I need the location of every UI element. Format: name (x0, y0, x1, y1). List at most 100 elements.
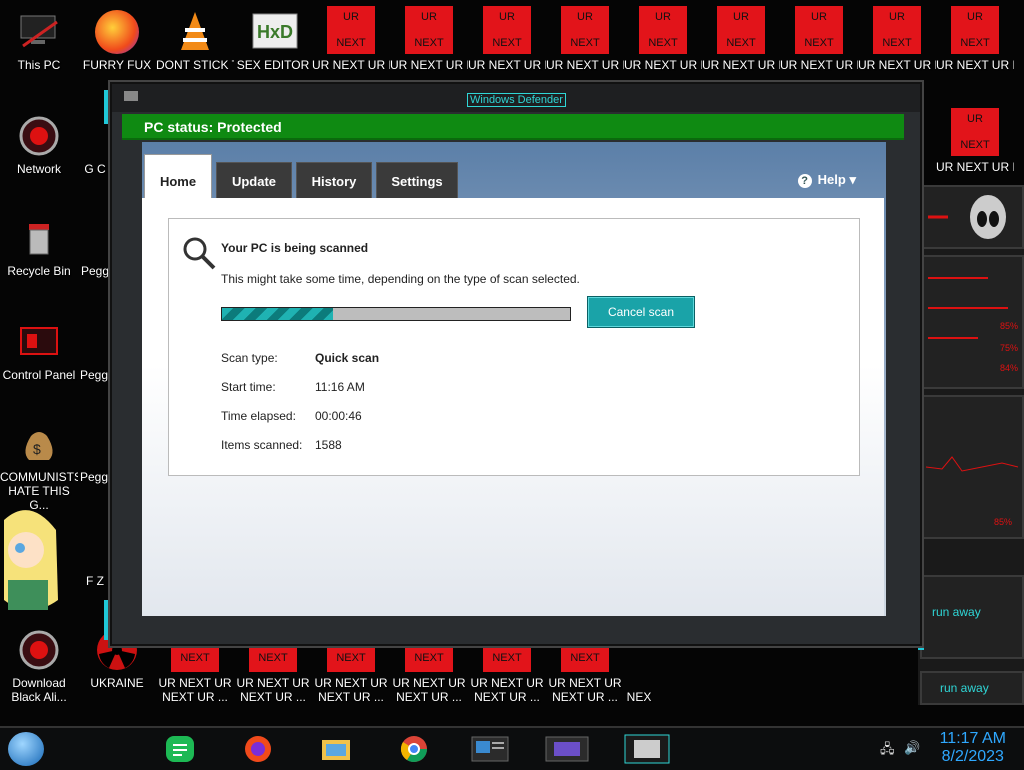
cpu-stat-2: 75% (999, 343, 1018, 353)
taskbar-firefox-icon[interactable] (242, 734, 274, 764)
clock-time: 11:17 AM (939, 730, 1006, 747)
run-away-label-2[interactable]: run away (940, 681, 989, 695)
taskbar-clock[interactable]: 11:17 AM 8/2/2023 (940, 730, 1006, 766)
tab-history[interactable]: History (296, 162, 372, 198)
desktop-icon-next-1[interactable]: NEXT UR NEXT UR NEXT UR ... (156, 644, 234, 704)
taskbar-chrome-icon[interactable] (398, 734, 430, 764)
desktop-icon-ur-next-2[interactable]: URNEXTUR NEXT UR NEXT UR ... (390, 6, 468, 72)
computer-icon (17, 10, 61, 54)
help-icon: ? (797, 174, 812, 188)
firefox-icon (95, 10, 139, 54)
desktop-icon-furry-fux[interactable]: FURRY FUX (78, 10, 156, 72)
tab-settings[interactable]: Settings (376, 162, 458, 198)
cpu-panel: 85% 75% 84% (920, 255, 1024, 389)
desktop-icon-next-2[interactable]: NEXT UR NEXT UR NEXT UR ... (234, 644, 312, 704)
recycle-bin-icon (17, 216, 61, 260)
desktop-icon-next-5[interactable]: NEXT UR NEXT UR NEXT UR ... (468, 644, 546, 704)
window-title: Windows Defender (467, 93, 566, 107)
tab-home[interactable]: Home (144, 154, 212, 199)
alienware-sidebar: 85% 75% 84% 85% run away run away (918, 185, 1024, 705)
volume-tray-icon[interactable]: 🔊 (904, 740, 920, 756)
cancel-scan-button[interactable]: Cancel scan (587, 296, 695, 328)
start-time-value: 11:16 AM (315, 380, 365, 394)
defender-window: Windows Defender PC status: Protected Ho… (110, 82, 922, 646)
ur-next-tile: UR NEXT (327, 6, 375, 54)
desktop-icon-ur-next-1[interactable]: URNEXTUR NEXT UR NEXT UR ... (312, 6, 390, 72)
desktop-icon-partial-4[interactable]: Pegg of W (80, 422, 110, 484)
ur-next-tile: UR NEXT (483, 6, 531, 54)
desktop-icon-network[interactable]: Network (0, 114, 78, 176)
run-away-label-1[interactable]: run away (932, 605, 981, 619)
help-label: Help (817, 172, 846, 187)
alien-globe-icon (17, 628, 61, 672)
next-tile: NEXT (327, 644, 375, 672)
ur-next-tile: UR NEXT (951, 6, 999, 54)
ur-next-tile: UR NEXT (639, 6, 687, 54)
run-away-panel-1: run away (920, 575, 1024, 659)
desktop-icon-next-3[interactable]: NEXT UR NEXT UR NEXT UR ... (312, 644, 390, 704)
desktop-icon-partial-5[interactable]: F Z (80, 526, 110, 588)
desktop-icon-sex-editor[interactable]: HxD SEX EDITOR (234, 10, 312, 72)
desktop-icon-ur-next-7[interactable]: URNEXTUR NEXT UR NEXT UR ... (780, 6, 858, 72)
desktop-icon-this-pc[interactable]: This PC (0, 10, 78, 72)
cpu-stat-1: 85% (999, 321, 1018, 331)
ur-next-tile: UR NEXT (951, 108, 999, 156)
scan-progress-bar (221, 307, 571, 321)
window-titlebar[interactable]: Windows Defender (112, 84, 920, 112)
desktop-icon-dont-stick[interactable]: DONT STICK THIS IN YO... (156, 10, 234, 72)
desktop-icon-next-4[interactable]: NEXT UR NEXT UR NEXT UR ... (390, 644, 468, 704)
ur-next-tile: UR NEXT (795, 6, 843, 54)
taskbar-file-explorer-icon[interactable] (320, 734, 352, 764)
desktop-icon-partial-nex[interactable]: NEX (624, 690, 654, 704)
home-panel: Your PC is being scanned This might take… (142, 198, 884, 616)
desktop-icon-ur-next-side[interactable]: UR NEXT UR NEXT UR NEXT UR ... (936, 108, 1014, 174)
desktop-icon-partial-2[interactable]: Pegg (80, 216, 110, 278)
next-tile: NEXT (483, 644, 531, 672)
ur-next-tile: UR NEXT (561, 6, 609, 54)
desktop-icon-control-panel[interactable]: Control Panel (0, 320, 78, 382)
network-globe-icon (17, 114, 61, 158)
desktop-icon-ur-next-6[interactable]: URNEXTUR NEXT UR NEXT UR ... (702, 6, 780, 72)
defender-content: Home Update History Settings ? Help ▾ You… (142, 142, 886, 616)
scan-type-label: Scan type: (221, 351, 278, 365)
desktop-icon-recycle-bin[interactable]: Recycle Bin (0, 216, 78, 278)
svg-text:$: $ (33, 441, 41, 457)
magnifier-icon (181, 235, 217, 271)
desktop-icon-download-black-alien[interactable]: Download Black Ali... (0, 628, 78, 704)
taskbar-media-icon[interactable] (544, 734, 590, 764)
hxd-icon: HxD (251, 10, 298, 54)
desktop-icon-partial-3[interactable]: Pegg D (80, 320, 110, 382)
alien-head-panel (920, 185, 1024, 249)
taskbar-app-window-icon[interactable] (470, 734, 510, 764)
scan-subtext: This might take some time, depending on … (221, 272, 580, 286)
network-tray-icon[interactable]: 🖧 (880, 740, 895, 762)
scan-heading: Your PC is being scanned (221, 241, 369, 255)
graph-panel: 85% (920, 395, 1024, 539)
desktop-icon-ur-next-4[interactable]: URNEXTUR NEXT UR NEXT UR ... (546, 6, 624, 72)
next-tile: NEXT (171, 644, 219, 672)
desktop-icon-next-6[interactable]: NEXT UR NEXT UR NEXT UR ... (546, 644, 624, 704)
desktop-icon-communists[interactable]: $ COMMUNISTS HATE THIS G... (0, 422, 78, 512)
pc-status-bar: PC status: Protected (122, 114, 904, 140)
cartoon-sticker (0, 500, 62, 620)
cpu-stat-3: 84% (999, 363, 1018, 373)
scan-type-value: Quick scan (315, 351, 380, 365)
time-elapsed-value: 00:00:46 (315, 409, 362, 423)
desktop-icon-ur-next-3[interactable]: URNEXTUR NEXT UR NEXT UR ... (468, 6, 546, 72)
vlc-cone-icon (173, 10, 217, 54)
desktop-icon-ur-next-9[interactable]: URNEXTUR NEXT UR NEXT UR ... (936, 6, 1014, 72)
items-scanned-value: 1588 (315, 438, 342, 452)
ur-next-tile: UR NEXT (405, 6, 453, 54)
items-scanned-label: Items scanned: (221, 438, 303, 452)
window-system-icon[interactable] (124, 91, 138, 101)
chevron-down-icon: ▾ (849, 172, 856, 187)
desktop-icon-ur-next-5[interactable]: URNEXTUR NEXT UR NEXT UR ... (624, 6, 702, 72)
taskbar-defender-icon[interactable] (624, 734, 670, 764)
start-time-label: Start time: (221, 380, 276, 394)
start-button[interactable] (8, 732, 44, 766)
desktop-icon-ur-next-8[interactable]: URNEXTUR NEXT UR NEXT UR ... (858, 6, 936, 72)
help-menu[interactable]: ? Help ▾ (797, 172, 856, 188)
tab-update[interactable]: Update (216, 162, 292, 198)
svg-text:85%: 85% (994, 517, 1012, 527)
taskbar-notes-icon[interactable] (164, 734, 196, 764)
